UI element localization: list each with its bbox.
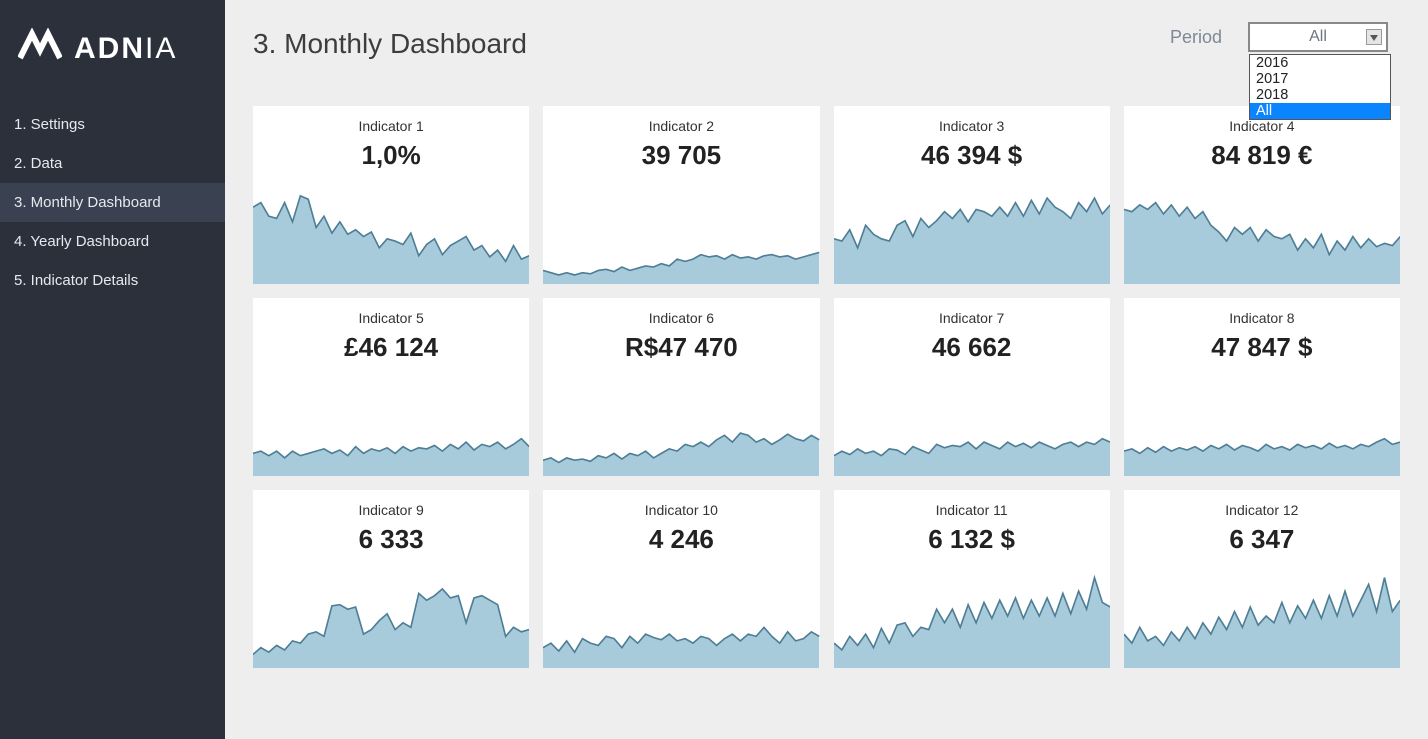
sidebar-item-settings[interactable]: 1. Settings — [0, 105, 225, 144]
app-root: ADNIA 1. Settings 2. Data 3. Monthly Das… — [0, 0, 1428, 739]
page-title: 3. Monthly Dashboard — [253, 22, 527, 60]
period-select[interactable]: All 2016 2017 2018 All — [1248, 22, 1388, 52]
indicator-card-value: 6 347 — [1124, 524, 1400, 555]
indicator-card-title: Indicator 3 — [834, 106, 1110, 134]
indicator-card-7[interactable]: Indicator 7 46 662 — [834, 298, 1110, 476]
sidebar-item-yearly-dashboard[interactable]: 4. Yearly Dashboard — [0, 222, 225, 261]
indicator-card-2[interactable]: Indicator 2 39 705 — [543, 106, 819, 284]
indicator-card-6[interactable]: Indicator 6 R$47 470 — [543, 298, 819, 476]
indicator-sparkline — [543, 363, 819, 476]
period-option-2017[interactable]: 2017 — [1250, 71, 1390, 87]
indicator-sparkline — [1124, 363, 1400, 476]
indicator-card-value: 6 333 — [253, 524, 529, 555]
period-option-all[interactable]: All — [1250, 103, 1390, 119]
indicator-card-title: Indicator 12 — [1124, 490, 1400, 518]
brand-mark-icon — [18, 28, 62, 69]
indicator-sparkline — [1124, 171, 1400, 284]
sidebar: ADNIA 1. Settings 2. Data 3. Monthly Das… — [0, 0, 225, 739]
sidebar-item-monthly-dashboard[interactable]: 3. Monthly Dashboard — [0, 183, 225, 222]
indicator-card-10[interactable]: Indicator 10 4 246 — [543, 490, 819, 668]
main-content: 3. Monthly Dashboard Period All 2016 201… — [225, 0, 1428, 739]
indicator-card-5[interactable]: Indicator 5 £46 124 — [253, 298, 529, 476]
period-dropdown: 2016 2017 2018 All — [1249, 54, 1391, 120]
indicator-card-value: 47 847 $ — [1124, 332, 1400, 363]
indicator-card-11[interactable]: Indicator 11 6 132 $ — [834, 490, 1110, 668]
sidebar-item-indicator-details[interactable]: 5. Indicator Details — [0, 261, 225, 300]
indicator-card-value: 6 132 $ — [834, 524, 1110, 555]
indicator-sparkline — [543, 555, 819, 668]
indicator-card-title: Indicator 10 — [543, 490, 819, 518]
brand-name: ADNIA — [74, 32, 177, 66]
sidebar-item-data[interactable]: 2. Data — [0, 144, 225, 183]
indicator-sparkline — [253, 171, 529, 284]
indicator-card-4[interactable]: Indicator 4 84 819 € — [1124, 106, 1400, 284]
indicator-card-title: Indicator 8 — [1124, 298, 1400, 326]
indicator-card-3[interactable]: Indicator 3 46 394 $ — [834, 106, 1110, 284]
indicator-card-value: £46 124 — [253, 332, 529, 363]
period-option-2016[interactable]: 2016 — [1250, 55, 1390, 71]
indicator-card-value: 84 819 € — [1124, 140, 1400, 171]
indicator-card-title: Indicator 7 — [834, 298, 1110, 326]
indicator-card-value: 1,0% — [253, 140, 529, 171]
period-filter: Period All 2016 2017 2018 All — [1170, 22, 1388, 52]
indicator-sparkline — [253, 555, 529, 668]
indicator-card-value: 4 246 — [543, 524, 819, 555]
indicator-card-value: R$47 470 — [543, 332, 819, 363]
indicator-card-8[interactable]: Indicator 8 47 847 $ — [1124, 298, 1400, 476]
indicator-card-9[interactable]: Indicator 9 6 333 — [253, 490, 529, 668]
period-label: Period — [1170, 27, 1222, 48]
card-grid: Indicator 1 1,0% Indicator 2 39 705 Indi… — [253, 106, 1400, 668]
chevron-down-icon — [1370, 28, 1378, 46]
indicator-card-title: Indicator 9 — [253, 490, 529, 518]
indicator-sparkline — [1124, 555, 1400, 668]
indicator-card-value: 39 705 — [543, 140, 819, 171]
page-header: 3. Monthly Dashboard Period All 2016 201… — [253, 22, 1400, 60]
indicator-card-title: Indicator 6 — [543, 298, 819, 326]
period-option-2018[interactable]: 2018 — [1250, 87, 1390, 103]
indicator-sparkline — [834, 555, 1110, 668]
indicator-sparkline — [834, 363, 1110, 476]
indicator-card-12[interactable]: Indicator 12 6 347 — [1124, 490, 1400, 668]
indicator-card-title: Indicator 5 — [253, 298, 529, 326]
brand-logo: ADNIA — [0, 0, 225, 105]
indicator-sparkline — [253, 363, 529, 476]
indicator-card-value: 46 662 — [834, 332, 1110, 363]
sidebar-nav: 1. Settings 2. Data 3. Monthly Dashboard… — [0, 105, 225, 300]
dropdown-toggle-button[interactable] — [1366, 29, 1382, 45]
indicator-card-value: 46 394 $ — [834, 140, 1110, 171]
indicator-card-title: Indicator 1 — [253, 106, 529, 134]
indicator-card-1[interactable]: Indicator 1 1,0% — [253, 106, 529, 284]
indicator-card-title: Indicator 11 — [834, 490, 1110, 518]
indicator-sparkline — [543, 171, 819, 284]
indicator-card-title: Indicator 2 — [543, 106, 819, 134]
indicator-sparkline — [834, 171, 1110, 284]
